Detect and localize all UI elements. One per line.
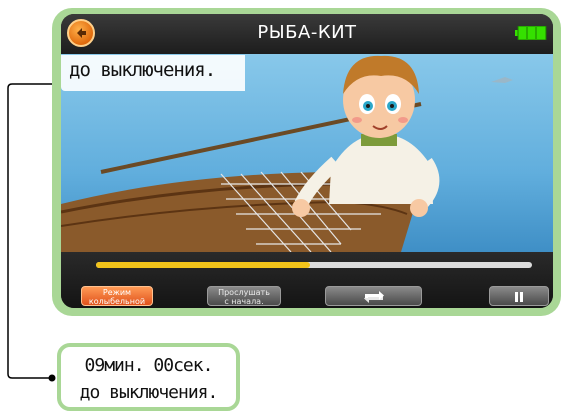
timer-remaining-text: 09мин. 00сек. — [84, 355, 214, 376]
battery-icon — [515, 26, 547, 40]
player-controls: Режим колыбельной Прослушать с начала. — [61, 252, 553, 308]
replay-button[interactable]: Прослушать с начала. — [207, 286, 281, 306]
on-screen-caption: до выключения. — [61, 55, 245, 91]
title-bar: РЫБА-КИТ — [61, 14, 553, 54]
pause-icon — [515, 292, 523, 302]
pause-button[interactable] — [489, 286, 549, 306]
progress-bar[interactable] — [96, 262, 532, 268]
progress-fill — [96, 262, 310, 268]
lullaby-label-line1: Режим — [102, 288, 132, 297]
repeat-icon — [363, 291, 384, 303]
repeat-button[interactable] — [325, 286, 422, 306]
sleep-timer-callout: 09мин. 00сек. до выключения. — [57, 343, 240, 411]
replay-label-line1: Прослушать — [218, 288, 270, 297]
timer-caption-text: до выключения. — [79, 382, 219, 403]
caption-text: до выключения. — [69, 59, 216, 81]
page-title: РЫБА-КИТ — [257, 22, 357, 43]
replay-label-line2: с начала. — [224, 297, 264, 306]
lullaby-label-line2: колыбельной — [88, 297, 146, 306]
lullaby-mode-button[interactable]: Режим колыбельной — [81, 286, 153, 306]
